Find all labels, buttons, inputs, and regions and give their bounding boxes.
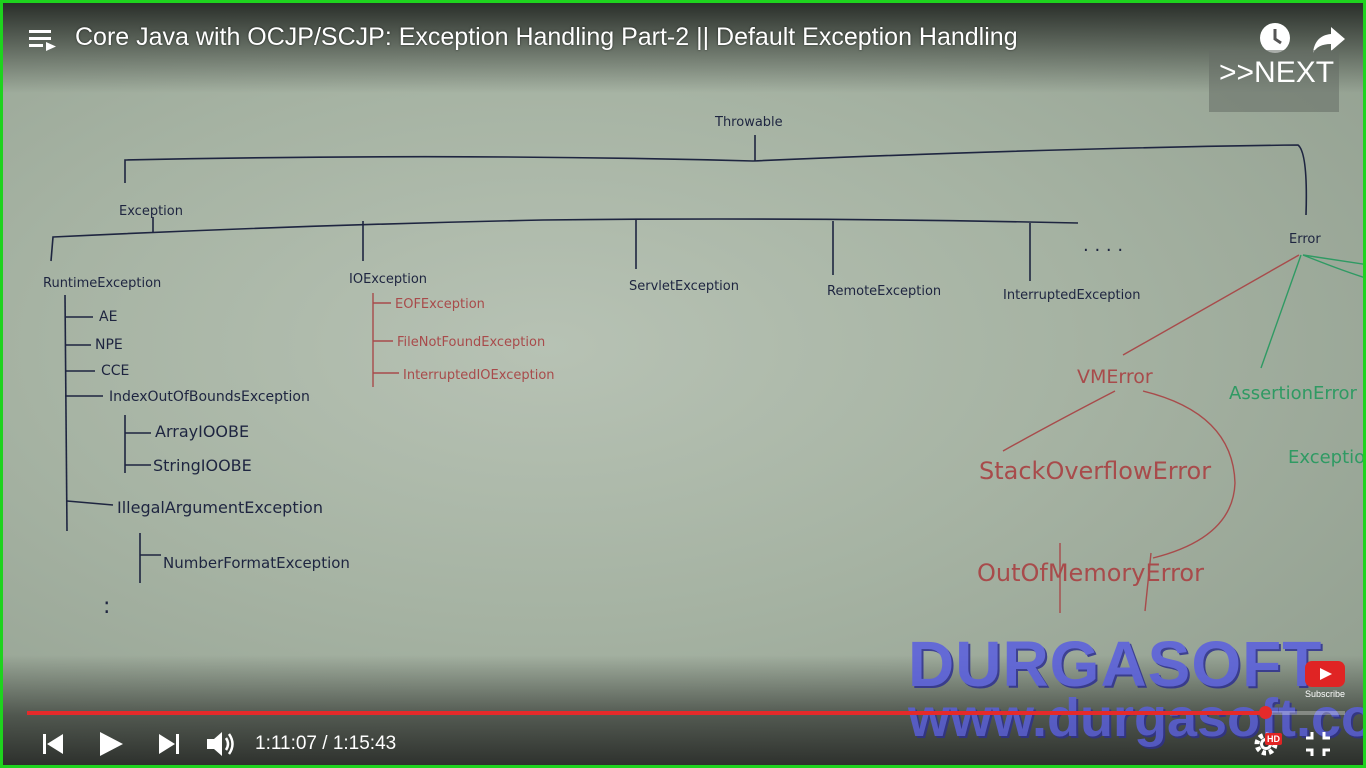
node-throwable: Throwable bbox=[714, 115, 783, 130]
node-io-exception: IOException bbox=[349, 272, 427, 287]
node-exception: Exception bbox=[119, 204, 183, 219]
exit-fullscreen-icon[interactable] bbox=[1303, 729, 1333, 759]
node-vmerror: VMError bbox=[1077, 366, 1153, 388]
volume-icon[interactable] bbox=[205, 729, 237, 759]
title-bar: Core Java with OCJP/SCJP: Exception Hand… bbox=[3, 3, 1363, 75]
node-stack-overflow: StackOverflowError bbox=[979, 457, 1211, 485]
node-array-ioobe: ArrayIOOBE bbox=[155, 422, 249, 441]
video-player[interactable]: Throwable Exception Error . . . . Runtim… bbox=[0, 0, 1366, 768]
playlist-icon[interactable] bbox=[29, 27, 57, 53]
subscribe-label: Subscribe bbox=[1304, 689, 1346, 699]
time-display: 1:11:07 / 1:15:43 bbox=[255, 733, 397, 754]
youtube-logo-icon bbox=[1305, 661, 1345, 687]
node-runtime-exception: RuntimeException bbox=[43, 276, 161, 291]
node-eof-exception: EOFException bbox=[395, 297, 485, 312]
node-cce: CCE bbox=[101, 363, 129, 379]
node-ellipsis: . . . . bbox=[1083, 235, 1123, 256]
node-exception-in: Exception bbox=[1288, 447, 1366, 468]
node-out-of-memory: OutOfMemoryError bbox=[977, 559, 1204, 587]
node-servlet-exception: ServletException bbox=[629, 279, 739, 294]
node-illegal-argument: IllegalArgumentException bbox=[117, 498, 323, 517]
hd-badge: HD bbox=[1265, 733, 1282, 745]
node-index-out-of-bounds: IndexOutOfBoundsException bbox=[109, 389, 310, 405]
play-icon[interactable] bbox=[97, 729, 125, 759]
node-error: Error bbox=[1289, 232, 1321, 247]
node-remote-exception: RemoteException bbox=[827, 284, 941, 299]
node-npe: NPE bbox=[95, 337, 123, 353]
node-dots: : bbox=[103, 594, 110, 619]
node-assertion-error: AssertionError bbox=[1229, 383, 1357, 404]
node-string-ioobe: StringIOOBE bbox=[153, 456, 252, 475]
progress-bar[interactable] bbox=[27, 706, 1345, 719]
next-label: >>NEXT bbox=[1219, 56, 1335, 89]
node-interrupted-io: InterruptedIOException bbox=[403, 368, 555, 383]
node-file-not-found: FileNotFoundException bbox=[397, 335, 545, 350]
subscribe-button[interactable]: Subscribe bbox=[1303, 661, 1347, 705]
previous-icon[interactable] bbox=[41, 729, 67, 759]
progress-played bbox=[27, 711, 1265, 715]
next-video-card[interactable]: >>NEXT bbox=[1209, 50, 1339, 112]
node-ae: AE bbox=[99, 309, 117, 325]
progress-scrubber[interactable] bbox=[1258, 706, 1272, 719]
node-interrupted-exception: InterruptedException bbox=[1003, 288, 1140, 303]
node-number-format: NumberFormatException bbox=[163, 554, 350, 572]
watermark-url: www.durgasoft.com bbox=[908, 688, 1363, 748]
video-title[interactable]: Core Java with OCJP/SCJP: Exception Hand… bbox=[75, 23, 1018, 52]
next-icon[interactable] bbox=[155, 729, 181, 759]
